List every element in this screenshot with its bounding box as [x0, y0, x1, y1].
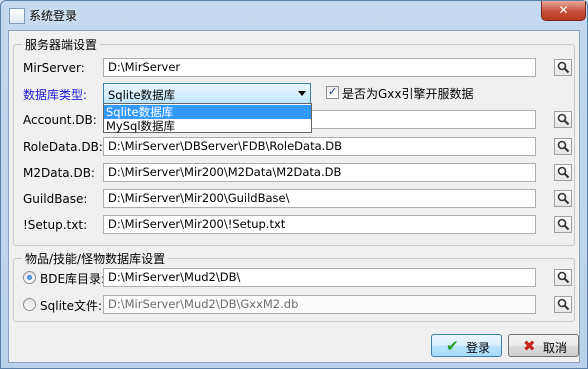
- sqlite-file-label: Sqlite文件:: [40, 299, 103, 313]
- m2data-db-browse-button[interactable]: [554, 164, 572, 181]
- cancel-button-label: 取消: [543, 341, 568, 355]
- setup-txt-label: !Setup.txt:: [23, 218, 88, 232]
- search-icon: [557, 61, 570, 74]
- account-db-browse-button[interactable]: [554, 111, 572, 128]
- gxx-engine-checkbox[interactable]: ✓: [326, 85, 339, 99]
- server-settings-title: 服务器端设置: [22, 36, 101, 53]
- mirserver-browse-button[interactable]: [554, 59, 572, 76]
- db-type-option-sqlite[interactable]: Sqlite数据库: [104, 105, 311, 119]
- roledata-db-field[interactable]: D:\MirServer\DBServer\FDB\RoleData.DB: [103, 137, 536, 156]
- guildbase-label: GuildBase:: [23, 192, 88, 206]
- search-icon: [557, 298, 570, 311]
- roledata-db-label: RoleData.DB:: [23, 140, 103, 154]
- cancel-button[interactable]: ✖ 取消: [508, 334, 579, 357]
- login-button[interactable]: ✔ 登录: [431, 334, 502, 357]
- search-icon: [557, 113, 570, 126]
- check-icon: ✔: [446, 337, 459, 355]
- db-type-dropdown: Sqlite数据库 MySql数据库: [103, 103, 312, 133]
- window-title: 系统登录: [29, 9, 78, 23]
- close-icon: ✖: [523, 337, 536, 355]
- guildbase-field[interactable]: D:\MirServer\Mir200\GuildBase\: [103, 189, 536, 208]
- dialog-client: 服务器端设置 MirServer: D:\MirServer 数据库类型: Sq…: [8, 30, 580, 363]
- db-type-label: 数据库类型:: [23, 88, 88, 102]
- m2data-db-field[interactable]: D:\MirServer\Mir200\M2Data\M2Data.DB: [103, 163, 536, 182]
- setup-txt-field[interactable]: D:\MirServer\Mir200\!Setup.txt: [103, 215, 536, 234]
- roledata-db-browse-button[interactable]: [554, 138, 572, 155]
- bde-dir-radio[interactable]: [23, 271, 36, 284]
- check-icon: ✓: [328, 85, 338, 98]
- mirserver-field[interactable]: D:\MirServer: [103, 58, 536, 77]
- account-db-label: Account.DB:: [23, 113, 97, 127]
- sqlite-file-radio[interactable]: [23, 298, 36, 311]
- search-icon: [557, 218, 570, 231]
- close-button[interactable]: ✕: [541, 1, 586, 21]
- setup-txt-browse-button[interactable]: [554, 216, 572, 233]
- radio-selected-dot: [27, 275, 32, 280]
- login-button-label: 登录: [466, 341, 491, 355]
- search-icon: [557, 271, 570, 284]
- sqlite-file-browse-button[interactable]: [554, 296, 572, 313]
- title-bar[interactable]: 系统登录 ✕: [1, 1, 587, 30]
- bde-dir-label: BDE库目录:: [40, 272, 106, 286]
- search-icon: [557, 192, 570, 205]
- mirserver-label: MirServer:: [23, 61, 85, 75]
- search-icon: [557, 140, 570, 153]
- item-db-title: 物品/技能/怪物数据库设置: [22, 250, 169, 267]
- db-type-select[interactable]: Sqlite数据库: [103, 83, 311, 104]
- bde-dir-browse-button[interactable]: [554, 269, 572, 286]
- app-icon: [9, 8, 25, 24]
- m2data-db-label: M2Data.DB:: [23, 166, 95, 180]
- guildbase-browse-button[interactable]: [554, 190, 572, 207]
- gxx-engine-label: 是否为Gxx引擎开服数据: [342, 87, 474, 101]
- db-type-selected-value: Sqlite数据库: [108, 88, 176, 102]
- login-window: 系统登录 ✕ 服务器端设置 MirServer: D:\MirServer 数据…: [0, 0, 588, 369]
- sqlite-file-field[interactable]: D:\MirServer\Mud2\DB\GxxM2.db: [103, 295, 536, 314]
- chevron-down-icon: [298, 91, 306, 96]
- bde-dir-field[interactable]: D:\MirServer\Mud2\DB\: [103, 268, 536, 287]
- db-type-option-mysql[interactable]: MySql数据库: [104, 119, 311, 133]
- search-icon: [557, 166, 570, 179]
